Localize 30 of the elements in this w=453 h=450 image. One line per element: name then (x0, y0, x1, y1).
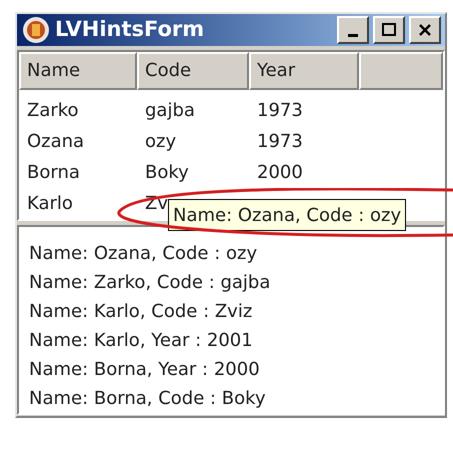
column-header[interactable]: Year (249, 52, 359, 90)
maximize-icon (381, 22, 397, 38)
log-line: Name: Zarko, Code : gajba (29, 270, 272, 294)
window-title: LVHintsForm (55, 16, 204, 43)
table-cell: Borna (27, 162, 80, 182)
table-cell: Ozana (27, 130, 84, 152)
table-cell: Zarko (27, 100, 79, 120)
log-line: Name: Borna, Year : 2000 (29, 358, 261, 382)
log-memo[interactable]: Name: Ozana, Code : ozy Name: Zarko, Code : gajba Name: Karlo, Code : Zviz Name: Karlo, Year : 2001 Name: Borna, Year : 2000 Name: Borna, Code : Boky (17, 224, 445, 414)
column-header[interactable] (359, 52, 443, 90)
table-cell: gajba (145, 100, 195, 120)
log-line: Name: Ozana, Code : ozy (29, 242, 258, 266)
table-cell: 2000 (257, 162, 303, 182)
column-header[interactable]: Code (137, 52, 249, 90)
column-header[interactable]: Name (19, 52, 137, 90)
close-button[interactable] (409, 16, 441, 44)
maximize-button[interactable] (373, 16, 405, 44)
close-icon (417, 22, 433, 38)
log-line: Name: Karlo, Code : Zviz (29, 300, 254, 324)
table-cell: ozy (145, 130, 176, 152)
tooltip: Name: Ozana, Code : ozy (168, 199, 406, 231)
log-line: Name: Karlo, Year : 2001 (29, 328, 254, 352)
table-cell: 1973 (257, 100, 303, 120)
table-cell: 1973 (257, 130, 303, 152)
minimize-icon (348, 34, 358, 38)
minimize-button[interactable] (337, 16, 369, 44)
app-icon (21, 14, 51, 45)
log-line: Name: Borna, Code : Boky (29, 386, 267, 410)
table-cell: Karlo (27, 192, 73, 214)
table-cell: Boky (145, 162, 189, 182)
